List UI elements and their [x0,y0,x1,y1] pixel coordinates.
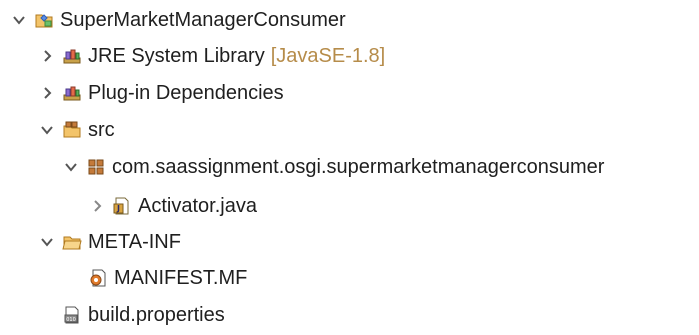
tree-item-build-properties[interactable]: 010 build.properties [62,298,225,332]
tree-item-label: src [88,119,115,141]
folder-open-icon [62,232,82,252]
tree-item-activator-java[interactable]: J Activator.java [88,189,257,223]
chevron-right-icon[interactable] [38,47,56,65]
tree-item-label: Plug-in Dependencies [88,82,284,104]
chevron-right-icon[interactable] [38,84,56,102]
tree-item-label: com.saassignment.osgi.supermarketmanager… [112,156,605,178]
jre-version-decoration: [JavaSE-1.8] [270,45,386,67]
package-icon [86,157,106,177]
tree-item-project[interactable]: SuperMarketManagerConsumer [10,3,346,37]
tree-item-label: MANIFEST.MF [114,267,248,289]
tree-item-label: build.properties [88,304,225,326]
manifest-file-icon [88,268,108,288]
chevron-down-icon[interactable] [38,233,56,251]
tree-item-label: META-INF [88,231,181,253]
properties-file-icon: 010 [62,305,82,325]
tree-item-label: JRE System Library [88,45,265,67]
tree-item-label: Activator.java [138,195,257,217]
project-explorer-tree: SuperMarketManagerConsumer JRE System Li… [0,0,699,335]
tree-item-src[interactable]: src [38,113,115,147]
chevron-right-icon[interactable] [88,197,106,215]
chevron-down-icon[interactable] [38,121,56,139]
source-folder-icon [62,120,82,140]
java-file-icon: J [112,196,132,216]
svg-text:010: 010 [66,317,76,323]
chevron-down-icon[interactable] [10,11,28,29]
library-icon [62,46,82,66]
tree-item-plugin-dependencies[interactable]: Plug-in Dependencies [38,76,284,110]
tree-item-label: SuperMarketManagerConsumer [60,9,346,31]
tree-item-manifest-mf[interactable]: MANIFEST.MF [88,261,247,295]
svg-text:J: J [116,204,120,213]
tree-item-meta-inf[interactable]: META-INF [38,225,181,259]
chevron-down-icon[interactable] [62,158,80,176]
tree-item-jre-system-library[interactable]: JRE System Library [JavaSE-1.8] [38,39,385,73]
plugin-project-icon [34,10,54,30]
tree-item-package[interactable]: com.saassignment.osgi.supermarketmanager… [62,150,604,184]
library-icon [62,83,82,103]
